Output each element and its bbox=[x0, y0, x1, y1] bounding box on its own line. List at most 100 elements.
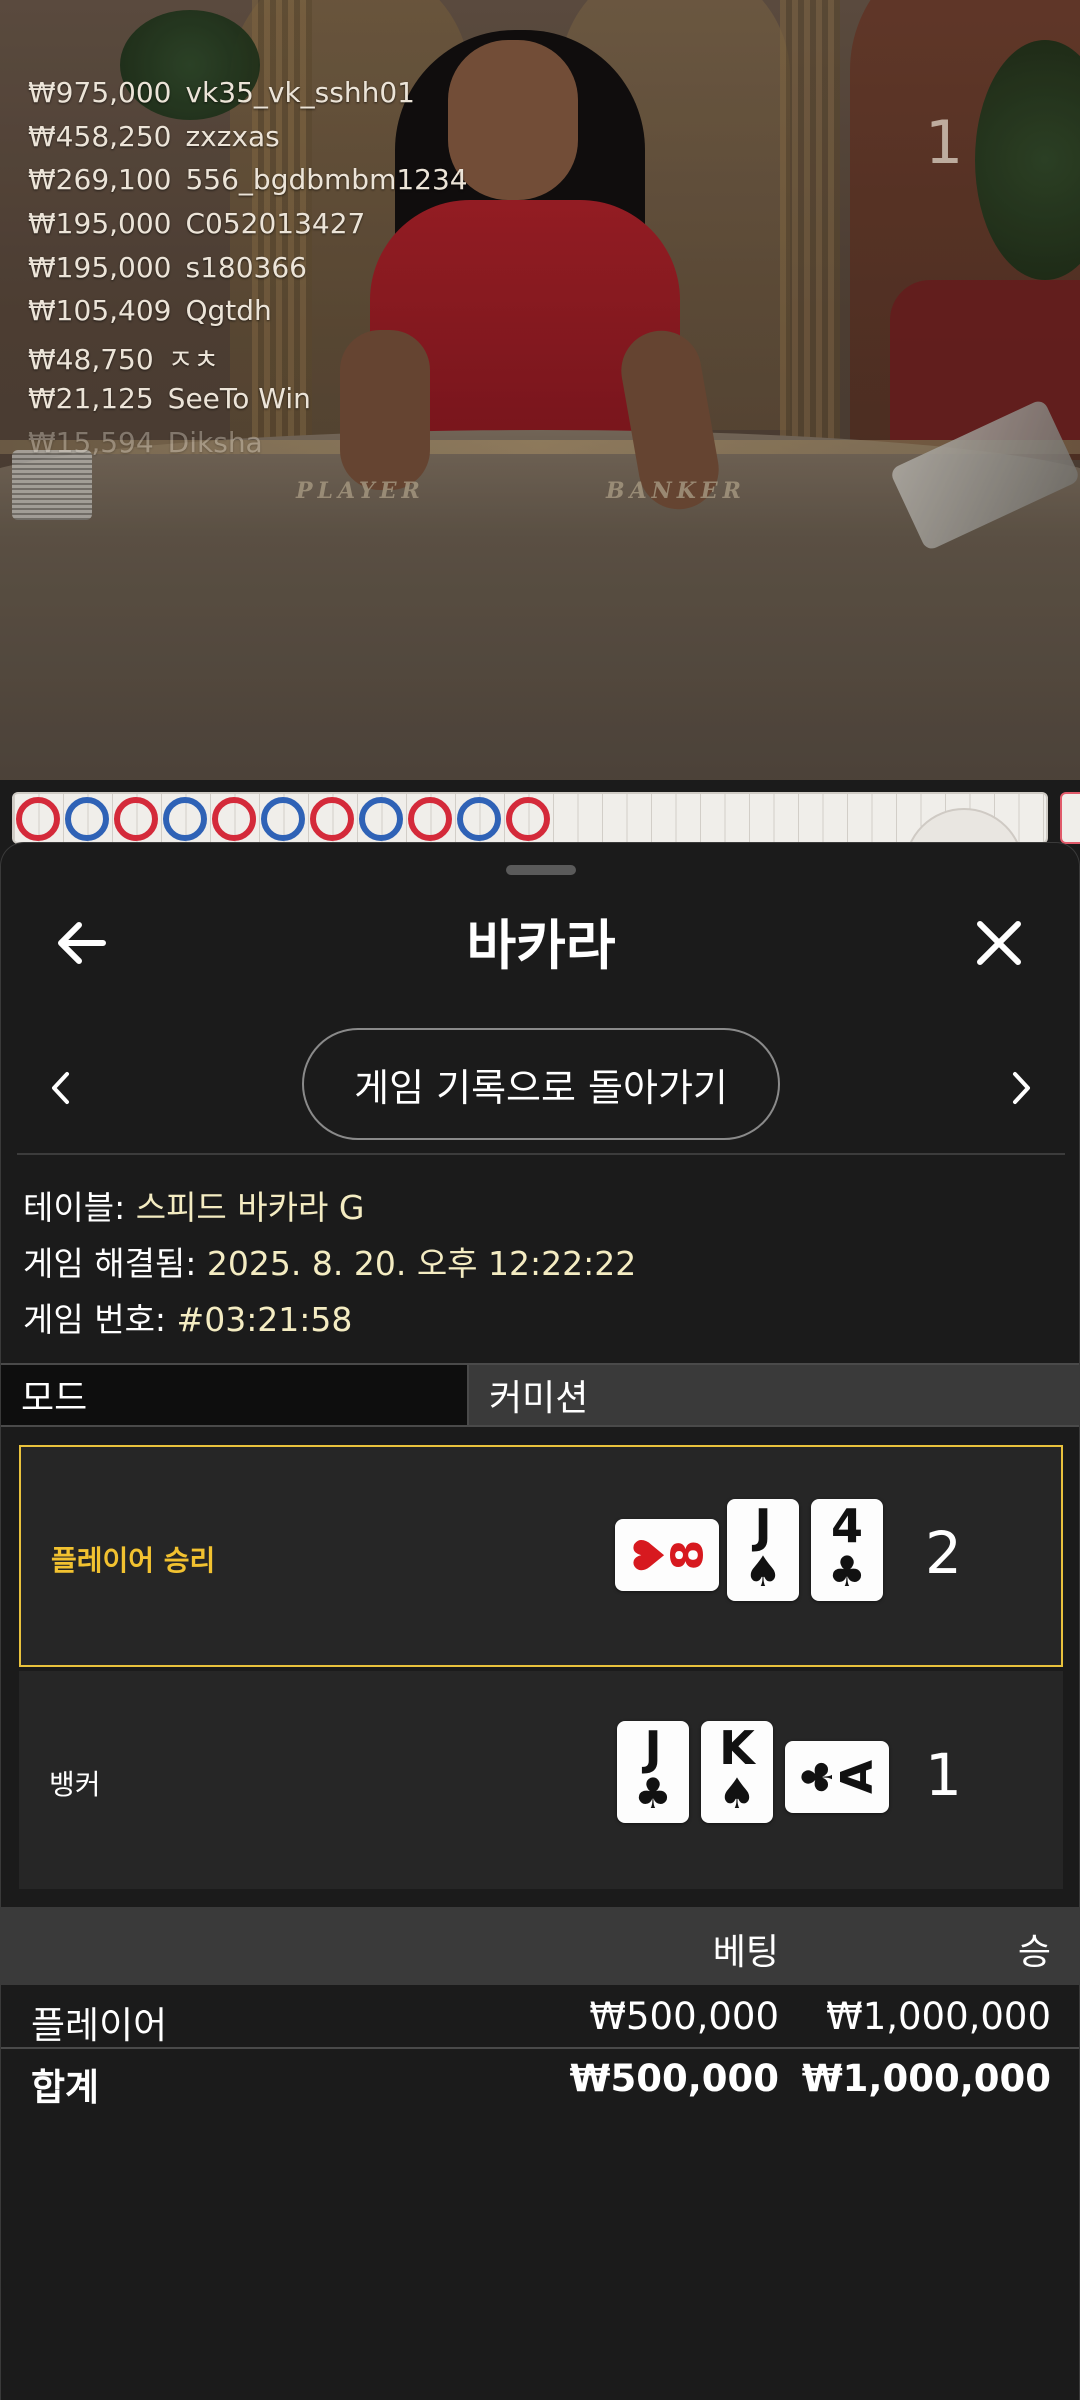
player-result-circle bbox=[457, 797, 501, 841]
table-info-value: 스피드 바카라 G bbox=[135, 1188, 365, 1227]
total-row: 합계 ₩500,000 ₩1,000,000 bbox=[1, 2049, 1079, 2111]
winners-list: ₩975,000 vk35_vk_sshh01 ₩458,250 zxzxas ₩269… bbox=[28, 76, 468, 469]
bet-amount: ₩500,000 bbox=[589, 1995, 779, 2038]
sheet-title: 바카라 bbox=[466, 914, 616, 977]
winner-row: ₩195,000 C052013427 bbox=[28, 207, 468, 251]
winner-name: s180366 bbox=[185, 250, 307, 284]
winner-amount: ₩15,594 bbox=[28, 425, 154, 459]
chevron-left-icon bbox=[52, 1072, 69, 1104]
winner-amount: ₩269,100 bbox=[28, 163, 172, 197]
playing-card: ♥ 8 bbox=[615, 1519, 719, 1591]
bet-table-header: 베팅 승 bbox=[1, 1907, 1079, 1985]
player-result-circle bbox=[65, 797, 109, 841]
bet-row-label: 플레이어 bbox=[31, 2004, 168, 2047]
winner-name: Diksha bbox=[167, 425, 263, 459]
winner-name: Qgtdh bbox=[185, 294, 272, 328]
winner-amount: ₩975,000 bbox=[28, 76, 172, 109]
winner-amount: ₩195,000 bbox=[28, 250, 172, 284]
road-side-panel bbox=[1060, 792, 1080, 844]
card-rank: K bbox=[719, 1721, 755, 1775]
bet-column-header: 베팅 bbox=[712, 1932, 779, 1973]
playing-card: J ♣ bbox=[617, 1721, 689, 1823]
chevron-right-icon bbox=[1013, 1072, 1030, 1104]
card-rank: J bbox=[644, 1721, 662, 1775]
banker-result-circle bbox=[16, 797, 60, 841]
card-rank: J bbox=[754, 1499, 772, 1553]
winner-name: C052013427 bbox=[185, 207, 366, 241]
winner-row: ₩458,250 zxzxas bbox=[28, 120, 468, 164]
playing-card: J ♠ bbox=[727, 1499, 799, 1601]
card-rank: A bbox=[831, 1759, 883, 1795]
player-result-circle bbox=[163, 797, 207, 841]
winner-name: vk35_vk_sshh01 bbox=[185, 76, 415, 109]
round-number: 1 bbox=[925, 108, 964, 178]
tab-commission[interactable]: 커미션 bbox=[469, 1365, 1079, 1425]
total-label: 합계 bbox=[31, 2066, 100, 2109]
player-result-panel: 플레이어 승리 ♥ 8 J ♠ 4 ♣ 2 bbox=[19, 1445, 1063, 1667]
card-suit-icon: ♣ bbox=[828, 1547, 866, 1596]
banker-result-circle bbox=[212, 797, 256, 841]
winner-amount: ₩195,000 bbox=[28, 207, 172, 241]
winner-row: ₩105,409 Qgtdh bbox=[28, 294, 468, 338]
banker-result-panel: 뱅커 J ♣ K ♠ ♣ A 1 bbox=[19, 1671, 1063, 1889]
live-video-stream: PLAYER BANKER ₩975,000 vk35_vk_sshh01 ₩458… bbox=[0, 0, 1080, 780]
resolved-info-value: 2025. 8. 20. 오후 12:22:22 bbox=[206, 1244, 637, 1283]
tab-mode[interactable]: 모드 bbox=[1, 1365, 469, 1425]
winner-row: ₩195,000 s180366 bbox=[28, 251, 468, 295]
winner-row: ₩269,100 556_bgdbmbm1234 bbox=[28, 163, 468, 207]
winner-name: SeeTo Win bbox=[167, 381, 311, 415]
game-history-sheet: 바카라 게임 기록으로 돌아가기 테이블: 스피드 바카라 G 게임 해결됨: … bbox=[0, 842, 1080, 2400]
next-game-button[interactable] bbox=[991, 1053, 1051, 1123]
table-info-label: 테이블: bbox=[23, 1188, 136, 1227]
game-number-label: 게임 번호: bbox=[23, 1300, 177, 1339]
divider bbox=[17, 1153, 1065, 1155]
game-number-value: #03:21:58 bbox=[176, 1300, 353, 1339]
win-amount: ₩1,000,000 bbox=[826, 1995, 1051, 2038]
winner-amount: ₩21,125 bbox=[28, 381, 154, 415]
close-button[interactable] bbox=[959, 903, 1039, 983]
win-column-header: 승 bbox=[1017, 1932, 1051, 1973]
total-win-amount: ₩1,000,000 bbox=[801, 2057, 1051, 2100]
tab-bar: 모드 커미션 bbox=[1, 1363, 1079, 1427]
banker-result-label: 뱅커 bbox=[49, 1768, 101, 1801]
winner-row: ₩15,594 Diksha bbox=[28, 426, 468, 470]
winner-row: ₩21,125 SeeTo Win bbox=[28, 382, 468, 426]
player-result-label: 플레이어 승리 bbox=[51, 1544, 216, 1577]
winner-name: 556_bgdbmbm1234 bbox=[185, 163, 468, 197]
close-icon bbox=[977, 921, 1021, 965]
winner-amount: ₩105,409 bbox=[28, 294, 172, 328]
card-suit-icon: ♣ bbox=[634, 1769, 672, 1818]
drag-handle[interactable] bbox=[506, 865, 576, 875]
winner-row: ₩48,750 ㅈㅊ bbox=[28, 338, 468, 382]
player-result-circle bbox=[261, 797, 305, 841]
banker-result-circle bbox=[114, 797, 158, 841]
game-number-info: 게임 번호: #03:21:58 bbox=[23, 1293, 352, 1341]
playing-card: 4 ♣ bbox=[811, 1499, 883, 1601]
winner-amount: ₩48,750 bbox=[28, 343, 154, 377]
card-rank: 4 bbox=[830, 1499, 863, 1553]
player-result-circle bbox=[359, 797, 403, 841]
winner-row: ₩975,000 vk35_vk_sshh01 bbox=[28, 76, 468, 120]
winner-name: zxzxas bbox=[185, 119, 280, 153]
banker-result-circle bbox=[506, 797, 550, 841]
total-bet-amount: ₩500,000 bbox=[569, 2057, 779, 2100]
banker-score: 1 bbox=[925, 1741, 962, 1809]
playing-card: ♣ A bbox=[785, 1741, 889, 1813]
resolved-info-label: 게임 해결됨: bbox=[23, 1244, 207, 1283]
return-to-history-button[interactable]: 게임 기록으로 돌아가기 bbox=[302, 1028, 780, 1140]
table-info: 테이블: 스피드 바카라 G bbox=[23, 1181, 364, 1229]
banker-result-circle bbox=[408, 797, 452, 841]
player-score: 2 bbox=[925, 1519, 962, 1587]
winner-name: ㅈㅊ bbox=[167, 343, 220, 377]
resolved-info: 게임 해결됨: 2025. 8. 20. 오후 12:22:22 bbox=[23, 1237, 636, 1285]
playing-card: K ♠ bbox=[701, 1721, 773, 1823]
table-row: 플레이어 ₩500,000 ₩1,000,000 bbox=[1, 1987, 1079, 2049]
winner-amount: ₩458,250 bbox=[28, 119, 172, 153]
road-results bbox=[16, 797, 550, 841]
bead-road[interactable] bbox=[12, 792, 1048, 844]
card-suit-icon: ♠ bbox=[718, 1769, 756, 1818]
card-suit-icon: ♠ bbox=[744, 1547, 782, 1596]
banker-result-circle bbox=[310, 797, 354, 841]
card-rank: 8 bbox=[661, 1539, 713, 1571]
previous-game-button[interactable] bbox=[31, 1053, 91, 1123]
